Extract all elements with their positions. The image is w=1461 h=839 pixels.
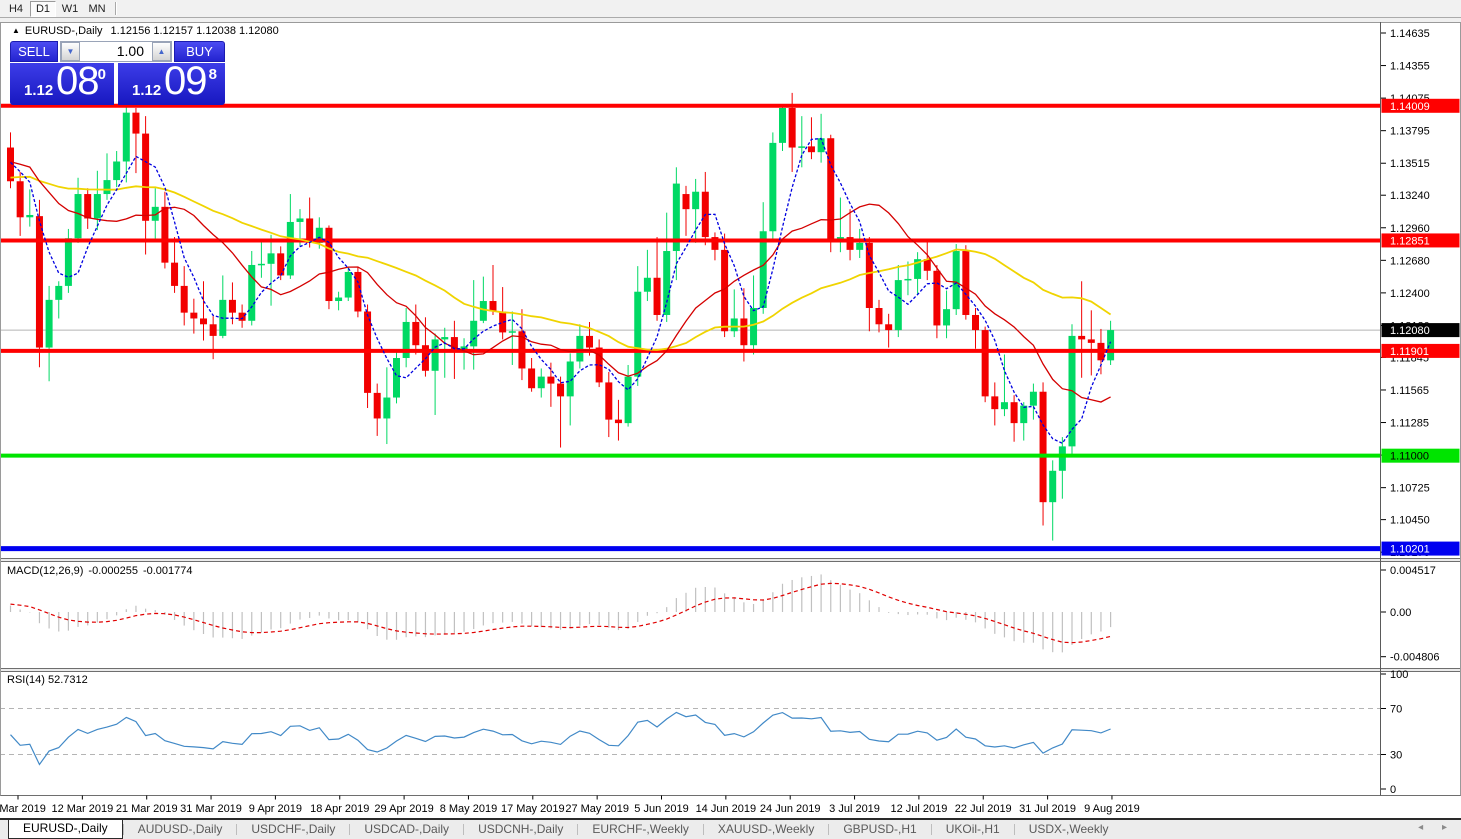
svg-text:1.12960: 1.12960 bbox=[1390, 223, 1430, 235]
rsi-name-value: RSI(14) 52.7312 bbox=[7, 674, 88, 686]
chart-tab-xauusd-weekly[interactable]: XAUUSD-,Weekly bbox=[704, 820, 828, 839]
svg-text:18 Apr 2019: 18 Apr 2019 bbox=[310, 803, 369, 815]
svg-text:9 Aug 2019: 9 Aug 2019 bbox=[1084, 803, 1140, 815]
svg-text:0.004517: 0.004517 bbox=[1390, 565, 1436, 577]
chart-ohlc-values: 1.12156 1.12157 1.12038 1.12080 bbox=[111, 25, 279, 37]
sell-price-pip: 0 bbox=[98, 66, 106, 83]
chart-tab-usdx-weekly[interactable]: USDX-,Weekly bbox=[1015, 820, 1123, 839]
svg-text:1.12080: 1.12080 bbox=[1390, 325, 1430, 337]
toolbar-separator bbox=[115, 2, 117, 15]
chart-tab-usdcnh-daily[interactable]: USDCNH-,Daily bbox=[464, 820, 577, 839]
svg-text:21 Mar 2019: 21 Mar 2019 bbox=[116, 803, 178, 815]
tab-scroll-arrows: ◂ ▸ bbox=[1402, 822, 1447, 833]
svg-text:1.11000: 1.11000 bbox=[1390, 451, 1429, 463]
chart-tab-bar: ◂ ▸ EURUSD-,DailyAUDUSD-,DailyUSDCHF-,Da… bbox=[0, 818, 1461, 839]
svg-text:24 Jun 2019: 24 Jun 2019 bbox=[760, 803, 821, 815]
timeframe-button-mn[interactable]: MN bbox=[84, 1, 110, 17]
svg-text:0.00: 0.00 bbox=[1390, 607, 1411, 619]
svg-text:1.13795: 1.13795 bbox=[1390, 126, 1430, 138]
sell-button[interactable]: SELL bbox=[10, 41, 58, 62]
svg-text:1.11285: 1.11285 bbox=[1390, 418, 1429, 430]
one-click-trade-panel: SELL ▼ 1.00 ▲ BUY 1.12 08 0 1.12 09 8 bbox=[10, 41, 225, 105]
svg-text:3 Jul 2019: 3 Jul 2019 bbox=[829, 803, 880, 815]
macd-value-signal: -0.001774 bbox=[143, 565, 193, 577]
timeframe-button-w1[interactable]: W1 bbox=[57, 1, 83, 17]
sell-price-display[interactable]: 1.12 08 0 bbox=[10, 63, 114, 105]
chart-window: 1.146351.143551.140751.137951.135151.132… bbox=[0, 22, 1461, 819]
svg-text:0: 0 bbox=[1390, 784, 1396, 796]
timeframe-button-d1[interactable]: D1 bbox=[30, 1, 56, 17]
timeframe-button-h4[interactable]: H4 bbox=[3, 1, 29, 17]
chart-symbol-label: EURUSD-,Daily bbox=[25, 25, 103, 37]
sell-price-big: 08 bbox=[56, 59, 99, 104]
chart-tab-gbpusd-h1[interactable]: GBPUSD-,H1 bbox=[829, 820, 930, 839]
svg-text:8 May 2019: 8 May 2019 bbox=[440, 803, 497, 815]
svg-text:1.14009: 1.14009 bbox=[1390, 101, 1430, 113]
svg-text:31 Mar 2019: 31 Mar 2019 bbox=[180, 803, 242, 815]
tab-scroll-right-icon[interactable]: ▸ bbox=[1442, 822, 1447, 833]
svg-text:3 Mar 2019: 3 Mar 2019 bbox=[0, 803, 46, 815]
svg-text:1.12400: 1.12400 bbox=[1390, 288, 1430, 300]
sell-price-prefix: 1.12 bbox=[24, 82, 53, 99]
svg-text:9 Apr 2019: 9 Apr 2019 bbox=[249, 803, 302, 815]
svg-text:1.14635: 1.14635 bbox=[1390, 28, 1430, 40]
chart-tab-eurusd-daily[interactable]: EURUSD-,Daily bbox=[8, 820, 123, 839]
svg-text:27 May 2019: 27 May 2019 bbox=[565, 803, 629, 815]
svg-text:30: 30 bbox=[1390, 750, 1402, 762]
macd-value-main: -0.000255 bbox=[88, 565, 138, 577]
svg-text:31 Jul 2019: 31 Jul 2019 bbox=[1019, 803, 1076, 815]
svg-text:1.10725: 1.10725 bbox=[1390, 483, 1430, 495]
svg-text:100: 100 bbox=[1390, 669, 1408, 681]
svg-text:22 Jul 2019: 22 Jul 2019 bbox=[955, 803, 1012, 815]
chart-title: ▲ EURUSD-,Daily 1.12156 1.12157 1.12038 1.… bbox=[12, 25, 279, 37]
collapse-chart-icon[interactable]: ▲ bbox=[12, 26, 20, 35]
price-chart[interactable]: 1.146351.143551.140751.137951.135151.132… bbox=[0, 22, 1461, 819]
svg-text:1.12851: 1.12851 bbox=[1390, 235, 1430, 247]
svg-text:12 Jul 2019: 12 Jul 2019 bbox=[890, 803, 947, 815]
svg-text:12 Mar 2019: 12 Mar 2019 bbox=[51, 803, 113, 815]
chart-tab-audusd-daily[interactable]: AUDUSD-,Daily bbox=[124, 820, 237, 839]
chart-tab-usdcad-daily[interactable]: USDCAD-,Daily bbox=[350, 820, 463, 839]
timeframe-toolbar: H4D1W1MN bbox=[0, 0, 1461, 18]
svg-text:1.10450: 1.10450 bbox=[1390, 515, 1430, 527]
tab-scroll-left-icon[interactable]: ◂ bbox=[1418, 822, 1423, 833]
svg-text:1.14355: 1.14355 bbox=[1390, 61, 1430, 73]
rsi-indicator-label: RSI(14) 52.7312 bbox=[7, 674, 93, 686]
buy-price-pip: 8 bbox=[209, 66, 217, 83]
svg-text:1.12680: 1.12680 bbox=[1390, 255, 1430, 267]
svg-text:17 May 2019: 17 May 2019 bbox=[501, 803, 565, 815]
svg-text:1.10201: 1.10201 bbox=[1390, 544, 1430, 556]
svg-text:5 Jun 2019: 5 Jun 2019 bbox=[634, 803, 688, 815]
macd-indicator-label: MACD(12,26,9) -0.000255 -0.001774 bbox=[7, 565, 198, 577]
svg-text:70: 70 bbox=[1390, 704, 1402, 716]
chart-tab-ukoil-h1[interactable]: UKOil-,H1 bbox=[932, 820, 1014, 839]
svg-text:1.11565: 1.11565 bbox=[1390, 385, 1429, 397]
buy-price-display[interactable]: 1.12 09 8 bbox=[118, 63, 225, 105]
buy-price-big: 09 bbox=[164, 59, 207, 104]
mt4-terminal: { "toolbar": { "buttons": [ {"label": "H… bbox=[0, 0, 1461, 839]
svg-text:-0.004806: -0.004806 bbox=[1390, 652, 1440, 664]
macd-name: MACD(12,26,9) bbox=[7, 565, 83, 577]
svg-text:14 Jun 2019: 14 Jun 2019 bbox=[696, 803, 757, 815]
svg-text:1.13515: 1.13515 bbox=[1390, 158, 1430, 170]
chart-tab-eurchf-weekly[interactable]: EURCHF-,Weekly bbox=[578, 820, 702, 839]
svg-text:29 Apr 2019: 29 Apr 2019 bbox=[374, 803, 433, 815]
svg-text:1.13240: 1.13240 bbox=[1390, 190, 1430, 202]
chart-tab-usdchf-daily[interactable]: USDCHF-,Daily bbox=[237, 820, 349, 839]
svg-text:1.11901: 1.11901 bbox=[1390, 346, 1429, 358]
buy-price-prefix: 1.12 bbox=[132, 82, 161, 99]
